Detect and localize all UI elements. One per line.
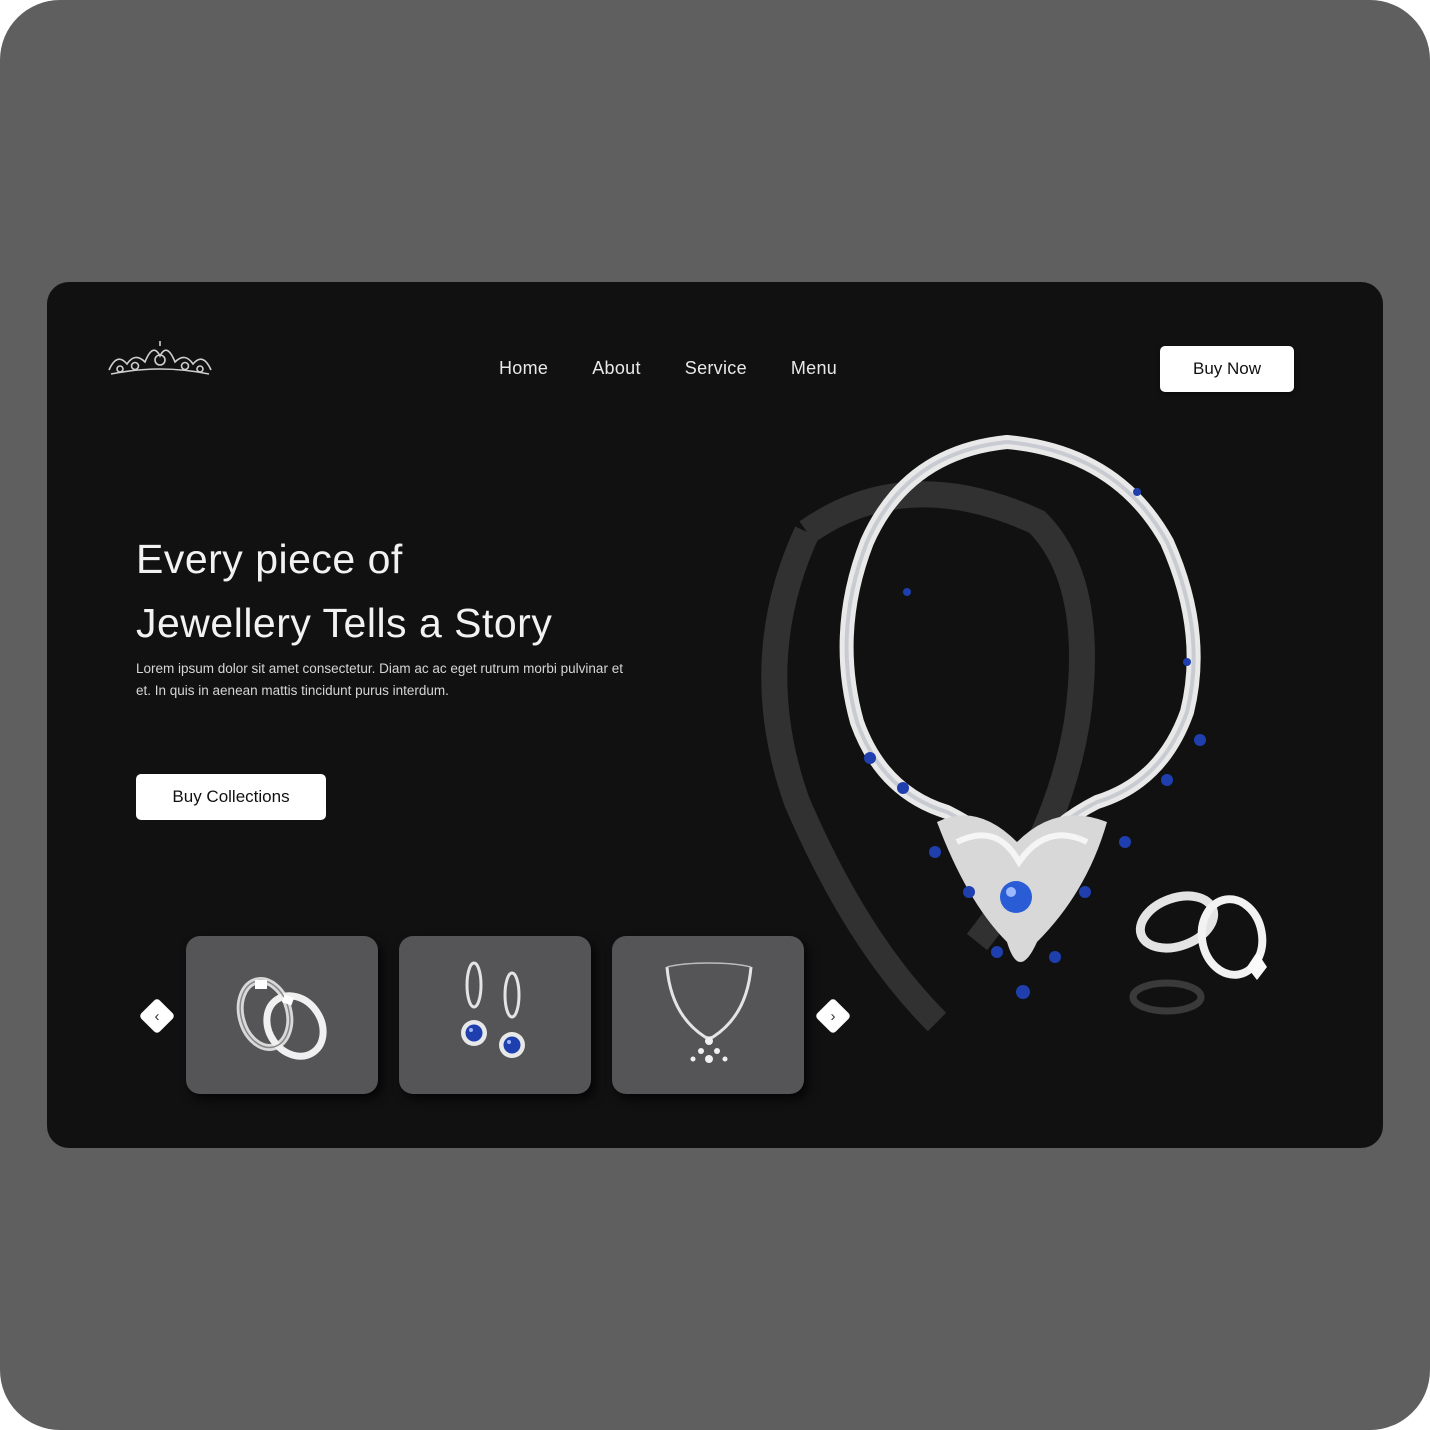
main-nav: Home About Service Menu — [499, 358, 881, 379]
nav-menu[interactable]: Menu — [791, 358, 837, 379]
nav-home[interactable]: Home — [499, 358, 548, 379]
product-card-earrings[interactable] — [399, 936, 591, 1094]
buy-now-button[interactable]: Buy Now — [1160, 346, 1294, 392]
necklace-hero-image — [761, 435, 1267, 1032]
product-card-rings[interactable] — [186, 936, 378, 1094]
buy-collections-button[interactable]: Buy Collections — [136, 774, 326, 820]
landing-page-screen: Home About Service Menu Buy Now Every pi… — [47, 282, 1383, 1148]
nav-service[interactable]: Service — [685, 358, 747, 379]
tiara-logo-icon[interactable] — [105, 338, 215, 384]
chevron-left-icon: ‹ — [154, 1007, 160, 1025]
earrings-icon — [461, 961, 525, 1058]
hero-description: Lorem ipsum dolor sit amet consectetur. … — [136, 661, 623, 698]
hero-title: Every piece of Jewellery Tells a Story — [136, 527, 676, 655]
nav-about[interactable]: About — [592, 358, 641, 379]
carousel-prev-button[interactable]: ‹ — [138, 997, 176, 1035]
page-backdrop: Home About Service Menu Buy Now Every pi… — [0, 0, 1430, 1430]
hero-title-line-2: Jewellery Tells a Story — [136, 600, 553, 646]
ring-pair-icon — [236, 977, 327, 1060]
hero-title-line-1: Every piece of — [136, 536, 403, 582]
ring-pair-hero — [1129, 891, 1267, 1015]
